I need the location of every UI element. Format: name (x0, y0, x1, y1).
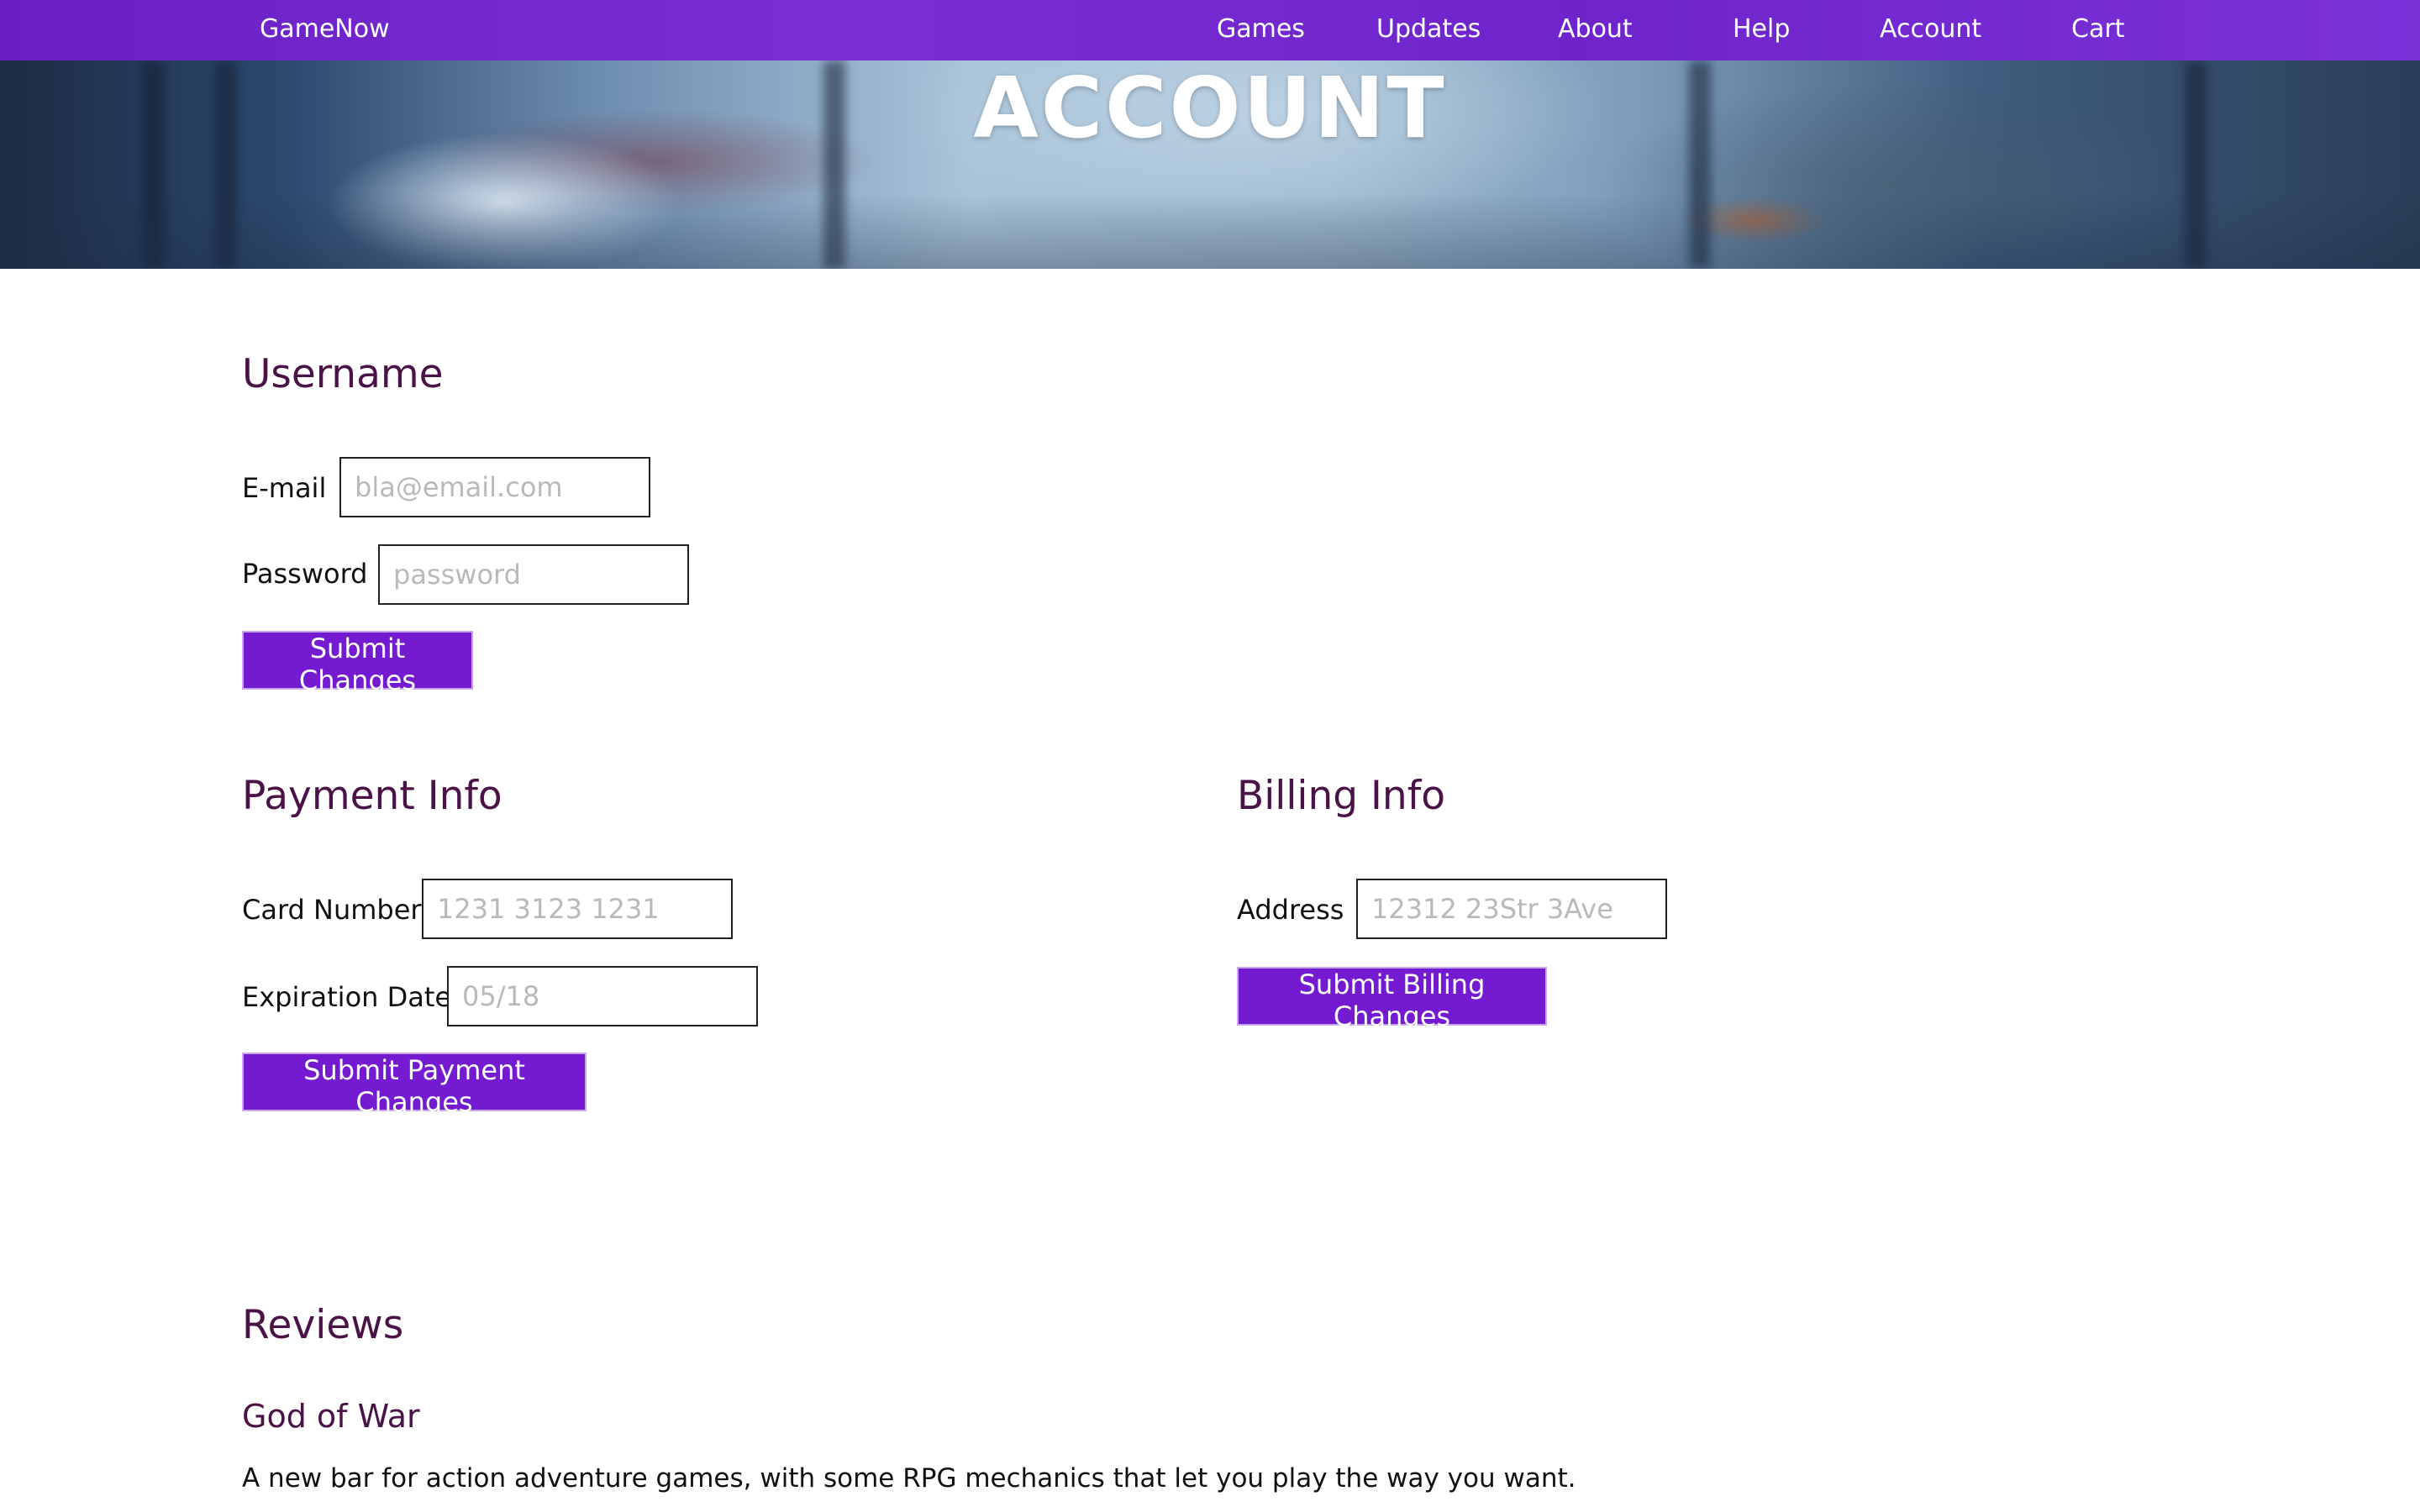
submit-changes-button[interactable]: Submit Changes (242, 631, 473, 696)
address-label: Address (1237, 894, 1344, 926)
nav-link-account[interactable]: Account (1880, 14, 1981, 44)
email-label: E-mail (242, 472, 327, 504)
review-text: A new bar for action adventure games, wi… (242, 1463, 1576, 1494)
expiration-date-label: Expiration Date (242, 981, 452, 1013)
payment-section-title: Payment Info (242, 773, 502, 819)
nav-link-about[interactable]: About (1558, 14, 1633, 44)
nav-link-cart[interactable]: Cart (2071, 14, 2124, 44)
password-input[interactable] (378, 544, 689, 605)
submit-billing-changes-button[interactable]: Submit Billing Changes (1237, 967, 1547, 1032)
brand-logo-link[interactable]: GameNow (260, 14, 390, 44)
card-number-input[interactable] (422, 879, 733, 939)
nav-link-games[interactable]: Games (1217, 14, 1305, 44)
page-title: ACCOUNT (973, 59, 1447, 157)
billing-section-title: Billing Info (1237, 773, 1445, 819)
expiration-date-input[interactable] (447, 966, 758, 1026)
nav-link-help[interactable]: Help (1733, 14, 1790, 44)
card-number-label: Card Number (242, 894, 422, 926)
nav-link-updates[interactable]: Updates (1376, 14, 1481, 44)
username-section-title: Username (242, 351, 444, 397)
password-label: Password (242, 558, 368, 590)
top-nav: GameNow Games Updates About Help Account… (0, 0, 2420, 60)
email-input[interactable] (339, 457, 650, 517)
address-input[interactable] (1356, 879, 1667, 939)
review-game-title: God of War (242, 1398, 420, 1435)
reviews-section-title: Reviews (242, 1302, 404, 1348)
submit-payment-changes-button[interactable]: Submit Payment Changes (242, 1053, 587, 1118)
